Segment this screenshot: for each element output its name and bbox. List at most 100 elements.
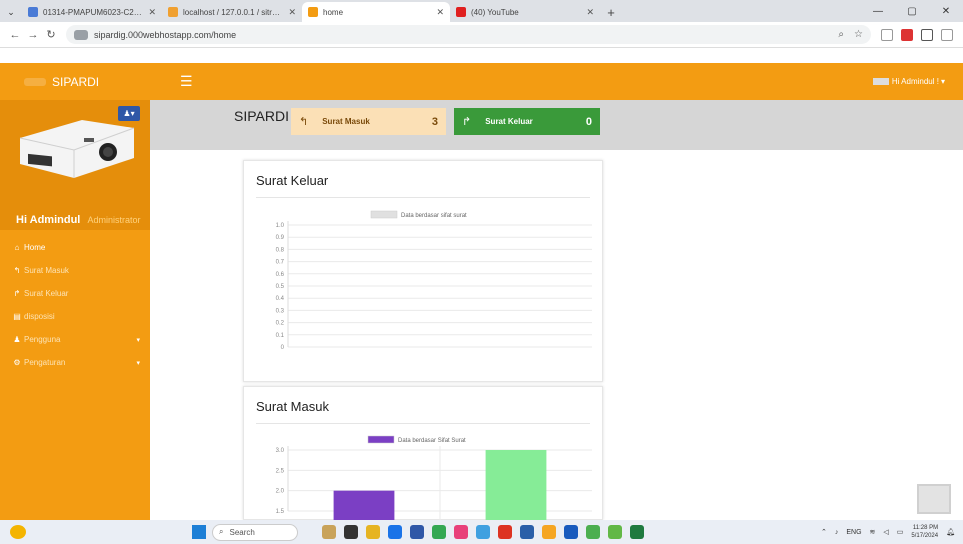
address-bar-row: ← → ↻ sipardig.000webhostapp.com/home ⌕ … [0,22,963,48]
app-icon[interactable] [344,525,358,539]
word-icon[interactable] [564,525,578,539]
browser-tab-2[interactable]: localhost / 127.0.0.1 / sitrasi | ... ✕ [162,2,302,22]
tab-search-icon[interactable]: ⌄ [0,2,22,22]
caret-down-icon: ▾ [136,359,140,367]
zoom-icon[interactable]: ⌕ [838,29,844,40]
edge-icon[interactable] [388,525,402,539]
legend-swatch [367,435,395,444]
clock-time: 11:28 PM [912,525,939,531]
reload-icon[interactable]: ↻ [42,28,60,41]
app-icon[interactable] [520,525,534,539]
legend-label: Data berdasar Sifat Surat [398,438,466,444]
tick-label: 0.9 [276,235,285,241]
chrome-icon[interactable] [586,525,600,539]
hamburger-menu-icon[interactable]: ☰ [180,73,193,90]
close-tab-icon[interactable]: ✕ [288,7,296,18]
clock[interactable]: 11:28 PM 5/17/2024 [911,524,938,540]
caret-down-icon: ▾ [940,77,945,86]
url-field[interactable]: sipardig.000webhostapp.com/home ⌕ ☆ [66,25,871,44]
extensions-puzzle-icon[interactable] [921,28,933,41]
sidebar-item-pengguna[interactable]: ♟ Pengguna ▾ [0,328,150,351]
profile-greeting: Hi Admindul Administrator [16,214,140,226]
bookmark-star-icon[interactable]: ☆ [854,29,863,40]
surat-masuk-box[interactable]: ↰ Surat Masuk 3 [291,108,446,135]
chrome-icon[interactable] [432,525,446,539]
page-title: SIPARDI [234,108,289,124]
search-icon: ⌕ [219,527,224,536]
surat-keluar-count: 0 [585,115,592,128]
app-icon[interactable] [476,525,490,539]
language-indicator[interactable]: ENG [846,529,861,536]
tab-title: (40) YouTube [471,7,519,17]
app-icon[interactable] [542,525,556,539]
share-icon: ↱ [462,116,472,128]
app-header: SIPARDI ☰ Hi Admindul ! ▾ [0,63,963,100]
browser-tab-4[interactable]: (40) YouTube ✕ [450,2,600,22]
role-dropdown-button[interactable]: ♟ ▾ [118,106,140,121]
system-tray: ⌃ ♪ ENG ≋ ◁ ▭ 11:28 PM 5/17/2024 🔔︎ [821,524,955,540]
taskbar-apps [322,525,644,539]
surat-masuk-label: Surat Masuk [322,117,370,126]
windows-start-icon[interactable] [192,525,206,539]
app-icon[interactable] [322,525,336,539]
tick-label: 0 [281,345,285,351]
gear-icon: ⚙ [13,358,21,367]
site-info-icon[interactable] [74,29,88,40]
bar [333,490,395,521]
reply-icon: ↰ [13,266,21,275]
close-tab-icon[interactable]: ✕ [148,7,156,18]
extension-icon[interactable] [881,28,893,41]
user-menu[interactable]: Hi Admindul ! ▾ [872,77,945,86]
weather-icon[interactable] [10,525,26,539]
chrome-icon[interactable] [608,525,622,539]
close-tab-icon[interactable]: ✕ [586,7,594,18]
notification-icon[interactable]: 🔔︎ [946,528,955,536]
home-icon: ⌂ [14,243,20,252]
sidebar-item-label: Pengaturan [24,358,66,367]
chart-surat-masuk: Data berdasar Sifat Surat 3.0 2.5 2.0 1.5 [276,435,592,521]
microphone-icon[interactable]: ♪ [835,529,839,536]
close-tab-icon[interactable]: ✕ [436,7,444,18]
sidebar-item-home[interactable]: ⌂ Home [0,236,150,259]
forward-icon[interactable]: → [24,29,42,41]
file-explorer-icon[interactable] [366,525,380,539]
volume-icon[interactable]: ◁ [883,528,888,536]
sidebar-item-pengaturan[interactable]: ⚙ Pengaturan ▾ [0,351,150,374]
close-window-icon[interactable]: ✕ [929,6,963,17]
favicon-icon [28,7,38,17]
maximize-icon[interactable]: ▢ [895,6,929,17]
back-icon[interactable]: ← [6,29,24,41]
extension-icon[interactable] [901,28,913,41]
surat-keluar-box[interactable]: ↱ Surat Keluar 0 [454,108,600,135]
sidebar-panel-icon[interactable] [941,28,953,41]
tab-title: 01314-PMAPUM6023-C22-C2 [43,7,143,17]
window-controls: — ▢ ✕ [861,0,963,22]
app-icon[interactable] [410,525,424,539]
chevron-up-icon[interactable]: ⌃ [821,528,827,536]
caret-down-icon: ▾ [136,336,140,344]
wifi-icon[interactable]: ≋ [870,528,876,536]
sidebar-item-label: Surat Masuk [24,266,69,275]
favicon-icon [456,7,466,17]
tick-label: 0.6 [276,272,285,278]
brand[interactable]: SIPARDI [0,75,150,89]
new-tab-button[interactable]: + [600,2,622,22]
minimize-icon[interactable]: — [861,6,895,17]
surat-masuk-count: 3 [431,115,438,128]
sidebar-item-disposisi[interactable]: ▤ disposisi [0,305,150,328]
tick-label: 0.5 [276,284,285,290]
app-icon[interactable] [454,525,468,539]
caret-down-icon: ▾ [130,109,135,118]
sidebar-item-surat-masuk[interactable]: ↰ Surat Masuk [0,259,150,282]
browser-tab-1[interactable]: 01314-PMAPUM6023-C22-C2 ✕ [22,2,162,22]
taskbar-search[interactable]: ⌕ Search [212,523,298,541]
chart-surat-keluar: Data berdasar sifat surat 1.0 0.9 0.8 0.7 0.6… [276,210,592,351]
favicon-icon [308,7,318,17]
battery-icon[interactable]: ▭ [897,528,904,536]
browser-tab-3[interactable]: home ✕ [302,2,450,22]
avatar [872,78,889,85]
opera-icon[interactable] [498,525,512,539]
excel-icon[interactable] [630,525,644,539]
brand-name: SIPARDI [52,74,100,89]
sidebar-item-surat-keluar[interactable]: ↱ Surat Keluar [0,282,150,305]
